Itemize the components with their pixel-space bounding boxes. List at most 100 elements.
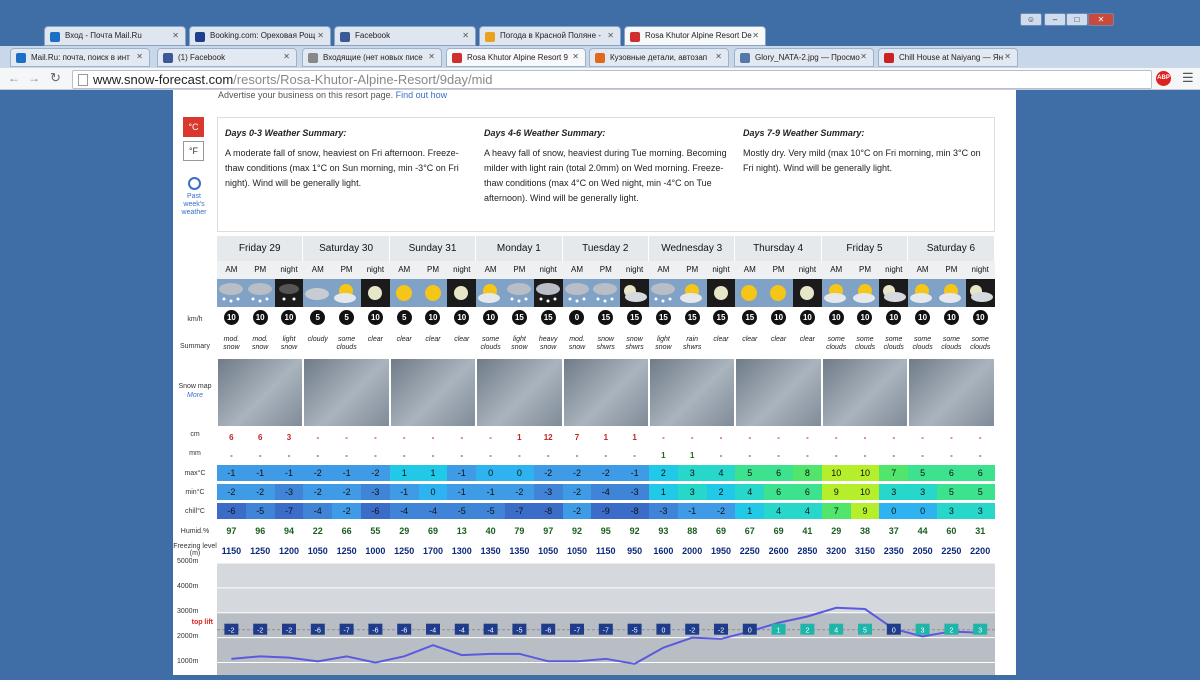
top-lift-temp: -4	[487, 628, 493, 635]
reload-icon[interactable]: ↻	[50, 70, 61, 86]
back-icon[interactable]: ←	[8, 71, 20, 85]
tab-favicon-icon	[163, 53, 173, 63]
celsius-button[interactable]: °C	[183, 117, 204, 137]
snow-map-image[interactable]	[477, 359, 562, 426]
snow-cell: 12	[543, 433, 553, 442]
tab-close-icon[interactable]: ✕	[172, 31, 179, 40]
wind-cell: 10	[764, 308, 793, 332]
browser-tab[interactable]: Facebook ✕	[334, 26, 476, 46]
summary-cell: some clouds	[883, 336, 904, 351]
snow-map-image[interactable]	[650, 359, 735, 426]
top-lift-temp: -5	[516, 628, 522, 635]
max-temp-cell: -1	[447, 465, 477, 481]
summary-cell: heavy snow	[538, 336, 558, 351]
browser-tab[interactable]: Booking.com: Ореховая Рощ ✕	[189, 26, 331, 46]
row-label: cm	[190, 431, 200, 438]
tab-close-icon[interactable]: ✕	[1004, 52, 1011, 61]
browser-tab[interactable]: Кузовные детали, автозап ✕	[589, 48, 729, 67]
summary-cell: light snow	[655, 336, 672, 351]
tab-close-icon[interactable]: ✕	[752, 31, 759, 40]
period-label: night	[793, 261, 822, 279]
snow-map-image[interactable]	[736, 359, 821, 426]
browser-tab[interactable]: Rosa Khutor Alpine Resort 9 ✕	[446, 48, 586, 67]
browser-tab[interactable]: (1) Facebook ✕	[157, 48, 297, 67]
max-temp-cell: 2	[649, 465, 678, 481]
tab-close-icon[interactable]: ✕	[572, 52, 579, 61]
find-out-how-link[interactable]: Find out how	[396, 90, 448, 100]
more-link[interactable]: More	[173, 392, 217, 399]
adblock-icon[interactable]: ABP	[1156, 71, 1171, 86]
tab-close-icon[interactable]: ✕	[317, 31, 324, 40]
tab-close-icon[interactable]: ✕	[136, 52, 143, 61]
period-label: AM	[303, 261, 333, 279]
chill-cell: -5	[476, 503, 505, 519]
past-weather-link[interactable]: Past week's weather	[176, 175, 212, 217]
tab-favicon-icon	[485, 32, 495, 42]
snow-map-image[interactable]	[304, 359, 389, 426]
tab-close-icon[interactable]: ✕	[462, 31, 469, 40]
tab-close-icon[interactable]: ✕	[607, 31, 614, 40]
chill-cell: -4	[418, 503, 448, 519]
snow-cell: -	[460, 433, 464, 442]
user-icon[interactable]: ☺	[1020, 13, 1042, 26]
freezing-level-cell: 1250	[250, 546, 271, 556]
wind-cell: 0	[563, 308, 592, 332]
freezing-level-cell: 1050	[538, 546, 559, 556]
close-button[interactable]: ✕	[1088, 13, 1114, 26]
tab-close-icon[interactable]: ✕	[715, 52, 722, 61]
min-temp-cell: -2	[245, 484, 275, 500]
sun-cloud-icon	[850, 279, 880, 307]
moon-icon	[361, 279, 390, 307]
browser-tab[interactable]: Mail.Ru: почта, поиск в инт ✕	[10, 48, 150, 67]
address-bar[interactable]: www.snow-forecast.com/resorts/Rosa-Khuto…	[72, 70, 1152, 89]
summary-cell: snow shwrs	[625, 336, 644, 351]
tab-close-icon[interactable]: ✕	[283, 52, 290, 61]
tab-title: Glory_NATA-2.jpg — Просмо	[755, 53, 860, 62]
maximize-button[interactable]: □	[1066, 13, 1088, 26]
summary-cell: clear	[742, 336, 758, 343]
snow-cell: 1	[603, 433, 609, 442]
period-label: AM	[562, 261, 592, 279]
top-lift-temp: -6	[315, 628, 321, 635]
humidity-cell: 69	[773, 526, 784, 536]
snow-map-image[interactable]	[390, 359, 476, 426]
period-label: night	[965, 261, 995, 279]
wind-cell: 10	[851, 308, 880, 332]
browser-tab[interactable]: Вход - Почта Mail.Ru ✕	[44, 26, 186, 46]
max-temp-cell: 0	[476, 465, 505, 481]
wind-cell: 15	[649, 308, 678, 332]
snow-map-image[interactable]	[822, 359, 908, 426]
browser-tab[interactable]: Погода в Красной Поляне - ✕	[479, 26, 621, 46]
snow-map-image[interactable]	[909, 359, 994, 426]
summary-title: Days 7-9 Weather Summary:	[743, 128, 865, 138]
snow-cell: -	[345, 433, 348, 442]
browser-tab[interactable]: Chill House at Naiyang — Ян ✕	[878, 48, 1018, 67]
snow-map-image[interactable]	[218, 359, 303, 426]
period-label: PM	[850, 261, 880, 279]
tab-close-icon[interactable]: ✕	[860, 52, 867, 61]
humidity-cell: 66	[341, 526, 352, 536]
fahrenheit-button[interactable]: °F	[183, 141, 204, 161]
minimize-button[interactable]: –	[1044, 13, 1066, 26]
menu-icon[interactable]: ☰	[1182, 70, 1194, 86]
browser-tab[interactable]: Rosa Khutor Alpine Resort De ✕	[624, 26, 766, 46]
min-temp-cell: 6	[793, 484, 822, 500]
wind-cell: 15	[735, 308, 764, 332]
browser-tab[interactable]: Glory_NATA-2.jpg — Просмо ✕	[734, 48, 874, 67]
wind-cell: 15	[620, 308, 649, 332]
moon-cloud-icon	[879, 279, 909, 307]
browser-tab[interactable]: Входящие (нет новых писе ✕	[302, 48, 442, 67]
chill-cell: 3	[937, 503, 966, 519]
max-temp-cell: 4	[706, 465, 736, 481]
chill-cell: 0	[908, 503, 937, 519]
rain-cell: -	[460, 451, 464, 460]
period-label: PM	[677, 261, 707, 279]
forward-icon[interactable]: →	[28, 71, 40, 85]
day-header: Friday 29	[217, 236, 304, 261]
humidity-cell: 22	[312, 526, 323, 536]
tab-close-icon[interactable]: ✕	[428, 52, 435, 61]
wind-speed: 10	[915, 310, 931, 325]
snow-map-image[interactable]	[563, 359, 648, 426]
freezing-level-cell: 1200	[278, 546, 299, 556]
summary-days-4-6: Days 4-6 Weather Summary: A heavy fall of…	[484, 126, 729, 206]
